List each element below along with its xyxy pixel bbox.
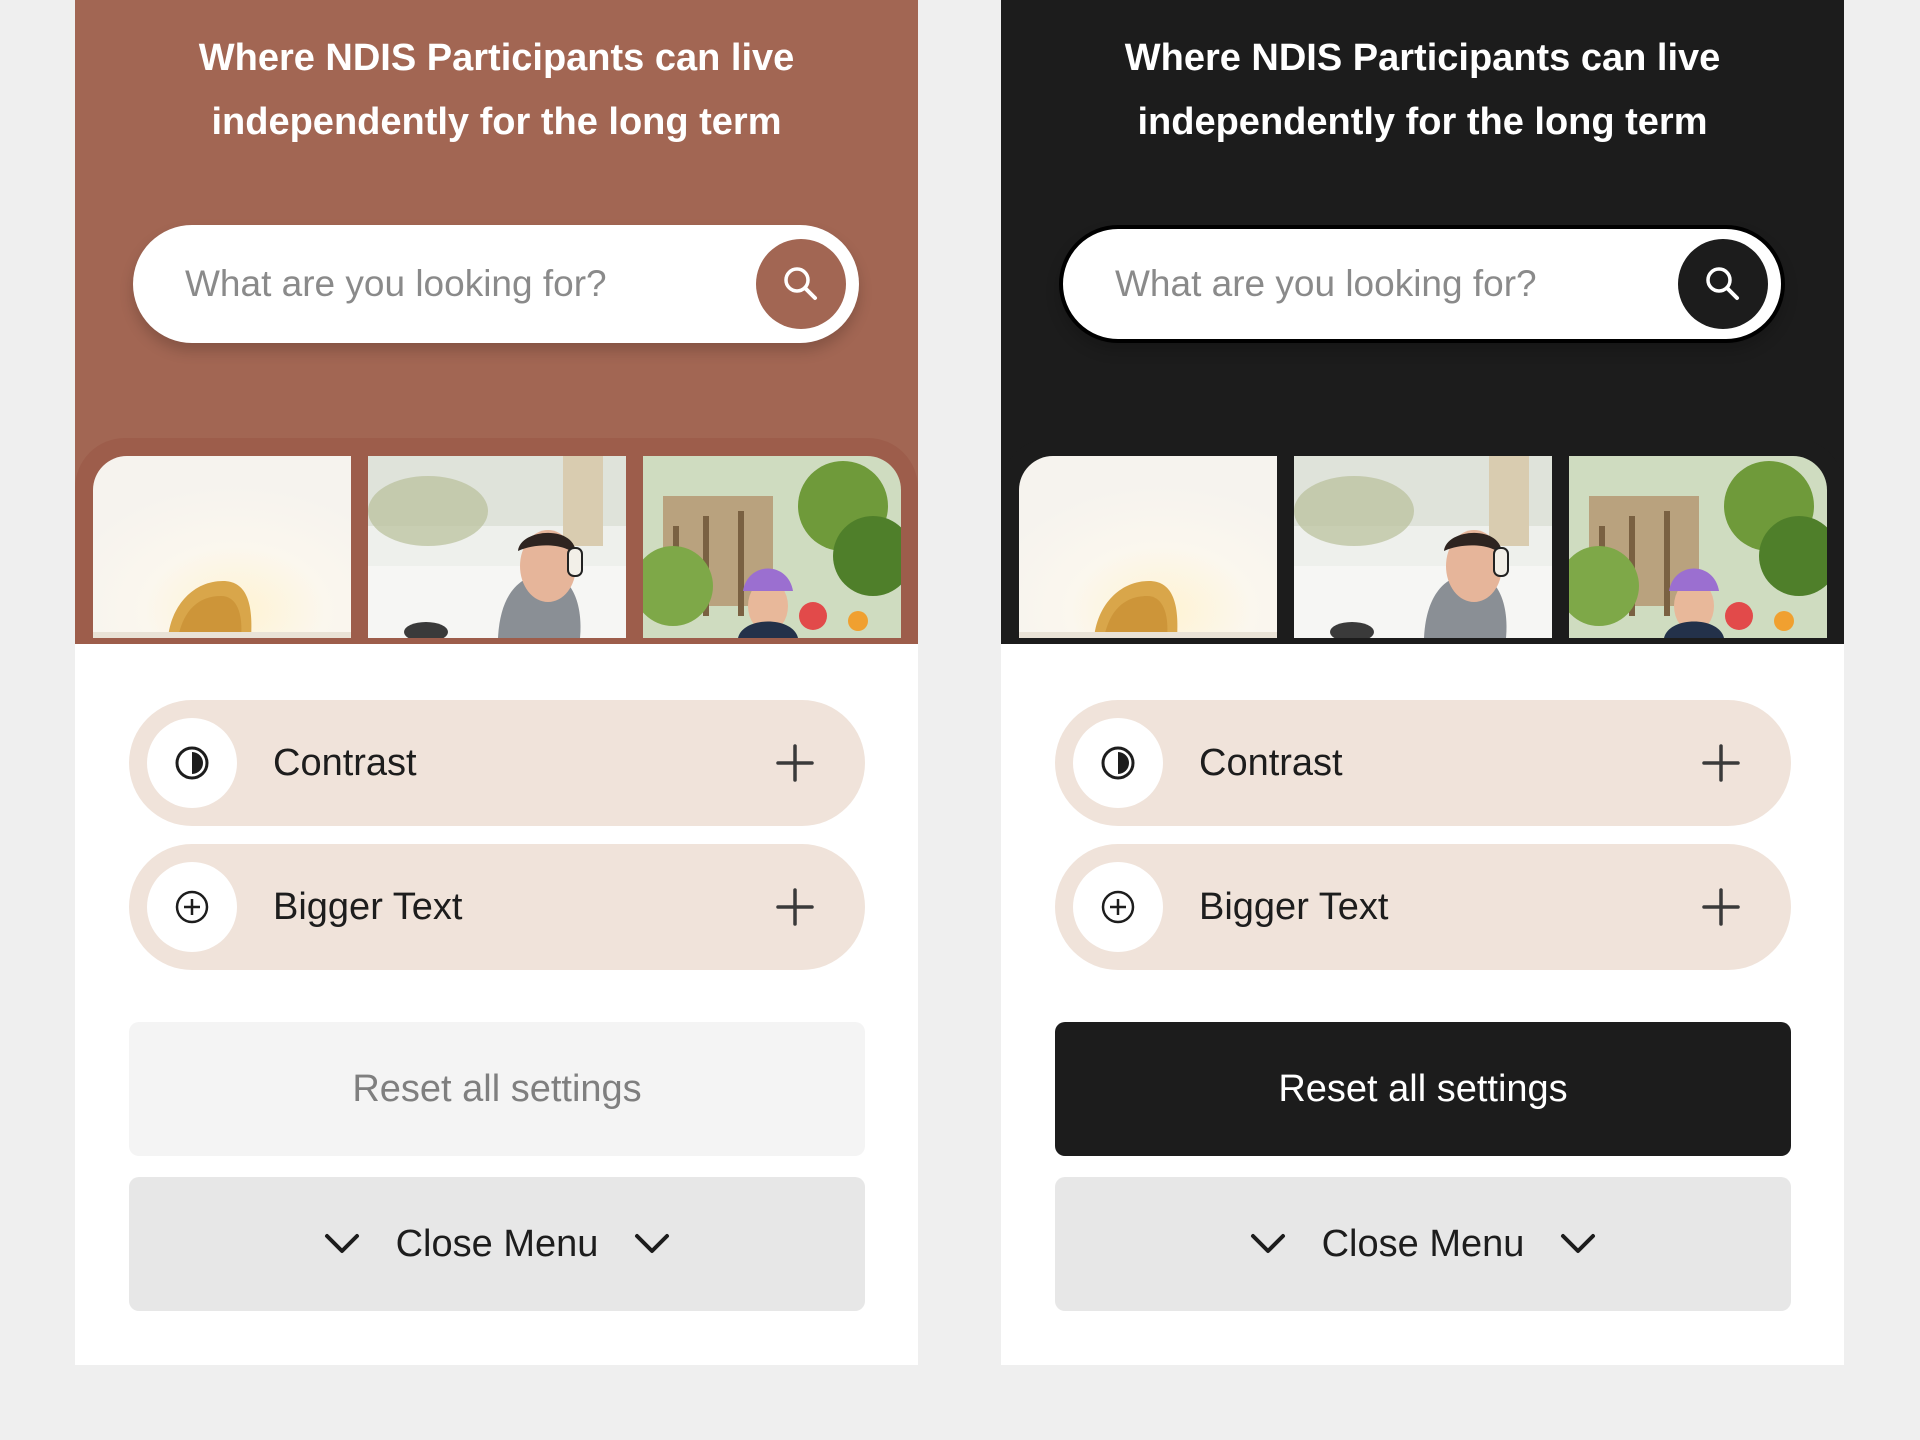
photo-strip — [75, 438, 918, 644]
bigger-text-option[interactable]: Bigger Text — [129, 844, 865, 970]
photo-strip — [1001, 438, 1844, 644]
close-menu-button[interactable]: Close Menu — [1055, 1177, 1791, 1311]
hero-headline: Where NDIS Participants can live indepen… — [1001, 26, 1844, 154]
contrast-icon — [1101, 746, 1135, 780]
search-input[interactable] — [185, 225, 705, 343]
headline-line-1: Where NDIS Participants can live — [1124, 37, 1721, 79]
chevron-down-icon — [324, 1234, 359, 1253]
circle-plus-icon — [175, 890, 209, 924]
bigger-text-label: Bigger Text — [273, 886, 463, 928]
contrast-icon — [175, 746, 209, 780]
plus-icon — [1702, 744, 1740, 782]
close-menu-label: Close Menu — [1321, 1222, 1525, 1265]
photo-woman-garden — [643, 456, 901, 638]
search-icon — [784, 267, 817, 300]
chevron-down-icon — [1561, 1234, 1596, 1253]
chevron-down-icon — [635, 1234, 670, 1253]
accessibility-menu-brown-theme: Where NDIS Participants can live indepen… — [75, 0, 918, 1365]
reset-settings-button[interactable]: Reset all settings — [1055, 1022, 1791, 1156]
search-button[interactable] — [756, 239, 846, 329]
hero-headline: Where NDIS Participants can live indepen… — [75, 26, 918, 154]
photo-sunlit-person — [93, 456, 351, 638]
reset-settings-button[interactable]: Reset all settings — [129, 1022, 865, 1156]
bigger-text-icon-badge — [1073, 862, 1163, 952]
plus-icon — [1702, 888, 1740, 926]
hero-header: Where NDIS Participants can live indepen… — [1001, 0, 1844, 644]
plus-icon — [776, 888, 814, 926]
contrast-option[interactable]: Contrast — [1055, 700, 1791, 826]
search-bar — [1059, 225, 1785, 343]
bigger-text-option[interactable]: Bigger Text — [1055, 844, 1791, 970]
close-menu-button[interactable]: Close Menu — [129, 1177, 865, 1311]
search-button[interactable] — [1678, 239, 1768, 329]
plus-icon — [776, 744, 814, 782]
search-icon — [1706, 267, 1739, 300]
close-menu-label: Close Menu — [395, 1222, 599, 1265]
chevron-down-icon — [1250, 1234, 1285, 1253]
hero-header: Where NDIS Participants can live indepen… — [75, 0, 918, 644]
search-input[interactable] — [1115, 229, 1635, 339]
photo-woman-garden — [1569, 456, 1827, 638]
photo-sunlit-person — [1019, 456, 1277, 638]
contrast-icon-badge — [1073, 718, 1163, 808]
photo-man-headphones — [368, 456, 626, 638]
headline-line-1: Where NDIS Participants can live — [198, 37, 795, 79]
bigger-text-label: Bigger Text — [1199, 886, 1389, 928]
photo-man-headphones — [1294, 456, 1552, 638]
circle-plus-icon — [1101, 890, 1135, 924]
accessibility-menu-dark-theme: Where NDIS Participants can live indepen… — [1001, 0, 1844, 1365]
contrast-option[interactable]: Contrast — [129, 700, 865, 826]
headline-line-2: independently for the long term — [211, 101, 782, 143]
contrast-label: Contrast — [1199, 742, 1343, 784]
search-bar — [133, 225, 859, 343]
contrast-label: Contrast — [273, 742, 417, 784]
headline-line-2: independently for the long term — [1137, 101, 1708, 143]
contrast-icon-badge — [147, 718, 237, 808]
bigger-text-icon-badge — [147, 862, 237, 952]
